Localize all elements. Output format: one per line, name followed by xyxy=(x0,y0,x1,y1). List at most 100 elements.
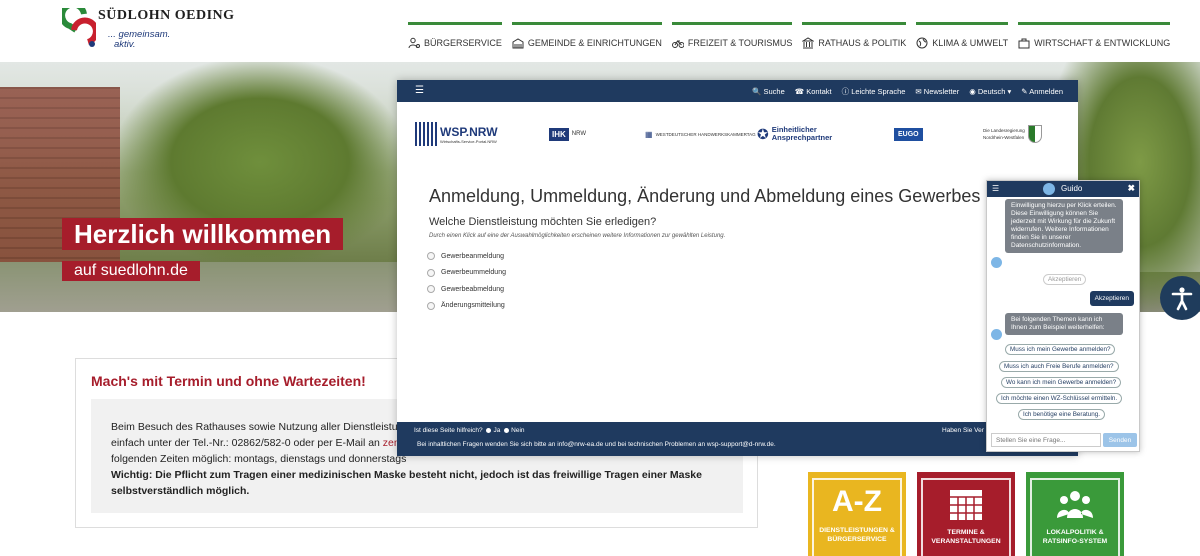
close-icon[interactable]: ✖ xyxy=(1127,183,1135,194)
logo-name: SÜDLOHN OEDING xyxy=(98,8,235,23)
tile-label: DIENSTLEISTUNGEN & BÜRGERSERVICE xyxy=(819,527,895,543)
bot-avatar-icon xyxy=(991,257,1002,268)
tile-label: TERMINE & VERANSTALTUNGEN xyxy=(931,529,1001,545)
nav-label: BÜRGERSERVICE xyxy=(424,37,502,48)
radio-no[interactable] xyxy=(504,427,510,433)
option-label: Gewerbeanmeldung xyxy=(441,252,505,260)
contact-line: Bei inhaltlichen Fragen wenden Sie sich … xyxy=(417,441,776,448)
suggestion-chip[interactable]: Ich möchte einen WZ-Schlüssel ermitteln. xyxy=(996,393,1123,404)
wsp-topbar: ☰ 🔍 Suche ☎ Kontakt ⓘ Leichte Sprache ✉ … xyxy=(397,80,1078,102)
option-aenderungsmitteilung[interactable]: Änderungsmitteilung xyxy=(427,298,506,315)
radio-yes[interactable] xyxy=(486,427,492,433)
ea-stars-icon: ✪ xyxy=(757,125,769,142)
tile-frame: TERMINE & VERANSTALTUNGEN xyxy=(921,478,1011,556)
wsp-name: WSP.NRW xyxy=(440,124,498,139)
option-gewerbeummeldung[interactable]: Gewerbeummeldung xyxy=(427,265,506,282)
questions-text: Haben Sie Ver xyxy=(942,427,984,434)
hero-ground xyxy=(0,262,400,312)
contact-link[interactable]: ☎ Kontakt xyxy=(795,87,832,96)
chat-header: ☰ Guido ✖ xyxy=(987,181,1139,197)
hero-welcome-subtitle: auf suedlohn.de xyxy=(62,261,200,281)
user-message: Akzeptieren xyxy=(1089,291,1134,306)
site-header: SÜDLOHN OEDING ... gemeinsam. aktiv. BÜR… xyxy=(0,0,1200,62)
person-gear-icon xyxy=(408,37,420,48)
radio-button[interactable] xyxy=(427,285,435,294)
appointment-phone-text: einfach unter der Tel.-Nr.: 02862/582-0 … xyxy=(111,437,383,449)
service-hint: Durch einen Klick auf eine der Auswahlmö… xyxy=(429,233,726,239)
accessibility-button[interactable] xyxy=(1160,276,1200,320)
nrw-shield-icon xyxy=(1027,125,1042,143)
service-question: Welche Dienstleistung möchten Sie erledi… xyxy=(429,216,657,228)
nrw-line-1: Die Landesregierung xyxy=(983,128,1025,133)
suggestion-chip[interactable]: Ich benötige eine Beratung. xyxy=(1018,409,1106,420)
appointment-line-4: Wichtig: Die Pflicht zum Tragen einer me… xyxy=(111,467,723,483)
mask-note: Wichtig: Die Pflicht zum Tragen einer me… xyxy=(111,469,702,481)
appointment-line-5: selbstverständlich möglich. xyxy=(111,483,723,499)
option-label: Gewerbeummeldung xyxy=(441,269,506,277)
nav-label: RATHAUS & POLITIK xyxy=(818,37,907,48)
suggestion-chip[interactable]: Wo kann ich mein Gewerbe anmelden? xyxy=(1001,377,1122,388)
bot-avatar-icon xyxy=(991,329,1002,340)
feedback-no[interactable]: Nein xyxy=(511,427,524,434)
easy-language-label: Leichte Sprache xyxy=(851,86,906,96)
hwk-icon: ▦ xyxy=(645,129,653,139)
nav-rathaus[interactable]: RATHAUS & POLITIK xyxy=(802,22,907,58)
nav-label: GEMEINDE & EINRICHTUNGEN xyxy=(527,37,662,48)
feedback-question: Ist diese Seite hilfreich? xyxy=(414,427,483,434)
option-label: Gewerbeabmeldung xyxy=(441,285,505,293)
calendar-icon xyxy=(950,490,982,520)
bot-avatar-icon xyxy=(1043,183,1055,195)
hwk-name: WESTDEUTSCHER HANDWERKSKAMMERTAG xyxy=(655,131,756,137)
accept-chip-used: Akzeptieren xyxy=(1043,274,1087,285)
contact-label: Kontakt xyxy=(806,86,832,96)
partner-eugo-logo[interactable]: EUGO xyxy=(894,118,923,150)
partner-nrw-logo[interactable]: Die Landesregierung Nordrhein-Westfalen xyxy=(983,118,1042,150)
wsp-overlay: ☰ 🔍 Suche ☎ Kontakt ⓘ Leichte Sprache ✉ … xyxy=(397,80,1078,456)
tile-dienstleistungen[interactable]: A-Z DIENSTLEISTUNGEN & BÜRGERSERVICE xyxy=(808,472,906,556)
accessibility-icon xyxy=(1171,287,1193,311)
send-button[interactable]: Senden xyxy=(1103,433,1137,447)
newsletter-link[interactable]: ✉ Newsletter xyxy=(915,87,959,96)
partner-ea-logo[interactable]: ✪ Einheitlicher Ansprechpartner xyxy=(757,118,832,150)
eugo-mark: EUGO xyxy=(894,127,923,141)
nav-gemeinde[interactable]: GEMEINDE & EINRICHTUNGEN xyxy=(511,22,662,58)
buildings-icon xyxy=(512,37,524,48)
partner-ihk-logo[interactable]: IHK NRW xyxy=(549,118,586,150)
suggestion-chip[interactable]: Muss ich mein Gewerbe anmelden? xyxy=(1005,344,1116,355)
chat-menu-icon[interactable]: ☰ xyxy=(992,184,999,193)
wsp-bars-icon xyxy=(415,122,437,146)
wsp-topbar-links: 🔍 Suche ☎ Kontakt ⓘ Leichte Sprache ✉ Ne… xyxy=(752,80,1063,102)
logo-mark-icon xyxy=(62,8,96,47)
language-label: Deutsch xyxy=(977,86,1006,96)
nav-wirtschaft[interactable]: WIRTSCHAFT & ENTWICKLUNG xyxy=(1018,22,1171,58)
option-gewerbeabmeldung[interactable]: Gewerbeabmeldung xyxy=(427,281,506,298)
nrw-line-2: Nordrhein-Westfalen xyxy=(983,135,1025,140)
partner-wsp-logo[interactable]: WSP.NRW Wirtschafts-Service-Portal.NRW xyxy=(415,118,498,150)
globe-icon xyxy=(916,37,928,48)
easy-language-link[interactable]: ⓘ Leichte Sprache xyxy=(842,86,906,97)
nav-freizeit[interactable]: FREIZEIT & TOURISMUS xyxy=(671,22,793,58)
mask-note-end: selbstverständlich möglich. xyxy=(111,485,250,497)
partner-hwk-logo[interactable]: ▦ WESTDEUTSCHER HANDWERKSKAMMERTAG xyxy=(645,118,756,150)
feedback-yes[interactable]: Ja xyxy=(493,427,500,434)
option-gewerbeanmeldung[interactable]: Gewerbeanmeldung xyxy=(427,248,506,265)
radio-button[interactable] xyxy=(427,301,435,310)
nav-buergerservice[interactable]: BÜRGERSERVICE xyxy=(408,22,502,58)
search-link[interactable]: 🔍 Suche xyxy=(752,87,785,96)
claim-line-2: aktiv. xyxy=(114,39,136,50)
menu-icon[interactable]: ☰ xyxy=(415,85,424,96)
language-selector[interactable]: ◉ Deutsch ▾ xyxy=(969,87,1011,96)
site-logo[interactable]: SÜDLOHN OEDING ... gemeinsam. aktiv. xyxy=(62,8,235,56)
partner-logos: WSP.NRW Wirtschafts-Service-Portal.NRW I… xyxy=(397,118,1078,150)
chat-input[interactable] xyxy=(991,433,1101,447)
tile-lokalpolitik[interactable]: LOKALPOLITIK & RATSINFO-SYSTEM xyxy=(1026,472,1124,556)
radio-button[interactable] xyxy=(427,252,435,261)
ihk-mark: IHK xyxy=(549,127,569,141)
nav-klima[interactable]: KLIMA & UMWELT xyxy=(916,22,1009,58)
tile-termine[interactable]: TERMINE & VERANSTALTUNGEN xyxy=(917,472,1015,556)
appointment-title: Mach's mit Termin und ohne Wartezeiten! xyxy=(91,373,366,389)
login-link[interactable]: ✎ Anmelden xyxy=(1021,87,1063,96)
feedback-row: Ist diese Seite hilfreich? Ja Nein xyxy=(414,427,525,434)
suggestion-chip[interactable]: Muss ich auch Freie Berufe anmelden? xyxy=(999,361,1119,372)
radio-button[interactable] xyxy=(427,268,435,277)
